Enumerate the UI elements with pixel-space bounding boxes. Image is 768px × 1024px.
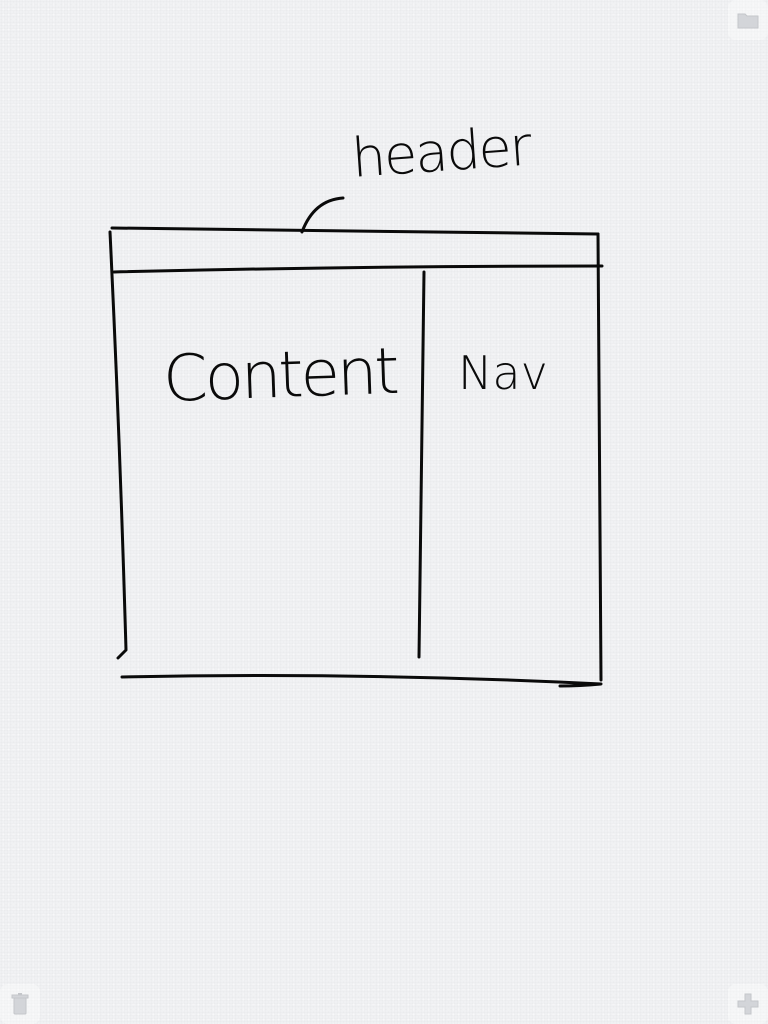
- frame-bottom-line: [120, 674, 603, 688]
- frame-right-line: [596, 232, 603, 682]
- nav-label: Nav: [458, 346, 548, 400]
- content-label: Content: [161, 334, 398, 417]
- column-divider-line: [417, 270, 426, 659]
- trash-button[interactable]: [0, 984, 40, 1024]
- plus-icon: [737, 993, 759, 1015]
- add-page-button[interactable]: [728, 984, 768, 1024]
- folder-icon: [737, 13, 759, 29]
- frame-left-line: [108, 230, 128, 660]
- folder-button[interactable]: [728, 0, 768, 40]
- header-divider-line: [112, 264, 604, 274]
- frame-top-line: [110, 226, 600, 236]
- header-label: header: [349, 114, 532, 190]
- header-callout-line: [300, 196, 345, 234]
- trash-icon: [11, 993, 29, 1015]
